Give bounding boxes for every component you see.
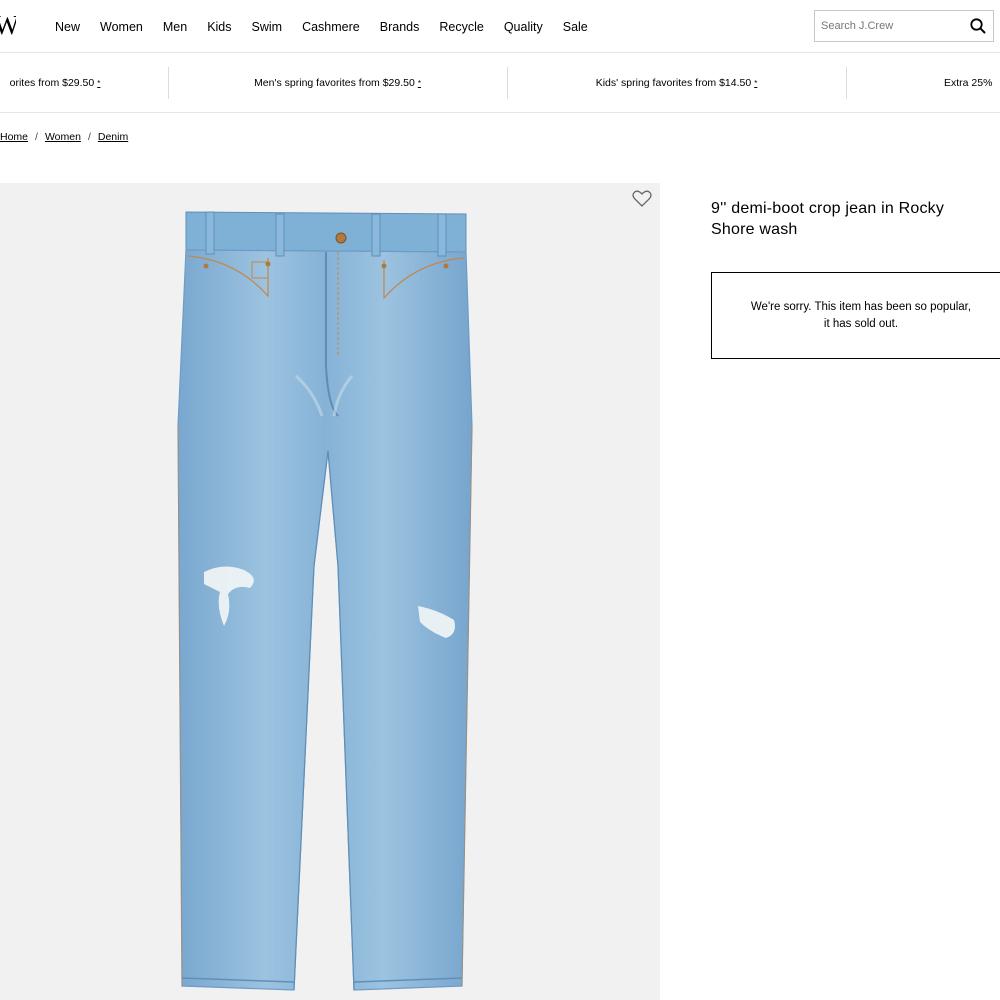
nav-quality[interactable]: Quality [504, 20, 543, 34]
promo-kids[interactable]: Kids' spring favorites from $14.50 * [508, 53, 845, 112]
breadcrumb-separator: / [35, 131, 38, 143]
product-image-jeans[interactable] [176, 206, 476, 996]
promo-womens[interactable]: orites from $29.50 * [0, 53, 150, 112]
promo-extra[interactable]: Extra 25% [944, 53, 993, 112]
promo-text: Kids' spring favorites from $14.50 [595, 77, 752, 89]
nav-cashmere[interactable]: Cashmere [302, 20, 360, 34]
promo-bar: orites from $29.50 * Men's spring favorit… [0, 53, 1000, 113]
nav-brands[interactable]: Brands [380, 20, 420, 34]
promo-asterisk: * [754, 78, 758, 88]
promo-asterisk: * [417, 78, 421, 88]
promo-text: Extra 25% [944, 77, 993, 89]
nav-men[interactable]: Men [163, 20, 187, 34]
search-box [814, 10, 994, 42]
breadcrumb-separator: / [87, 131, 91, 143]
breadcrumb: Home / Women / Denim [0, 131, 128, 143]
sold-out-line-1: We're sorry. This item has been so popul… [750, 300, 972, 313]
promo-text: Men's spring favorites from $29.50 [254, 77, 415, 89]
promo-text: orites from $29.50 [9, 77, 95, 89]
nav-women[interactable]: Women [100, 20, 143, 34]
sold-out-text: We're sorry. This item has been so popul… [751, 299, 971, 333]
heart-icon[interactable] [632, 190, 652, 208]
site-header: W New Women Men Kids Swim Cashmere Brand… [0, 0, 1000, 53]
nav-recycle[interactable]: Recycle [439, 20, 483, 34]
sold-out-line-2: it has sold out. [823, 317, 899, 330]
breadcrumb-denim[interactable]: Denim [98, 131, 128, 143]
main-nav: New Women Men Kids Swim Cashmere Brands … [55, 0, 608, 53]
breadcrumb-women[interactable]: Women [45, 131, 81, 143]
nav-kids[interactable]: Kids [207, 20, 231, 34]
sold-out-notice: We're sorry. This item has been so popul… [711, 272, 1000, 359]
search-icon[interactable] [969, 17, 987, 35]
logo[interactable]: W [0, 10, 16, 40]
product-title: 9'' demi-boot crop jean in Rocky Shore w… [711, 200, 945, 238]
promo-divider [846, 67, 847, 99]
nav-swim[interactable]: Swim [252, 20, 283, 34]
nav-new[interactable]: New [55, 20, 80, 34]
promo-asterisk: * [97, 78, 101, 88]
nav-sale[interactable]: Sale [563, 20, 588, 34]
promo-mens[interactable]: Men's spring favorites from $29.50 * [169, 53, 506, 112]
search-input[interactable] [815, 11, 965, 41]
breadcrumb-home[interactable]: Home [0, 131, 28, 143]
